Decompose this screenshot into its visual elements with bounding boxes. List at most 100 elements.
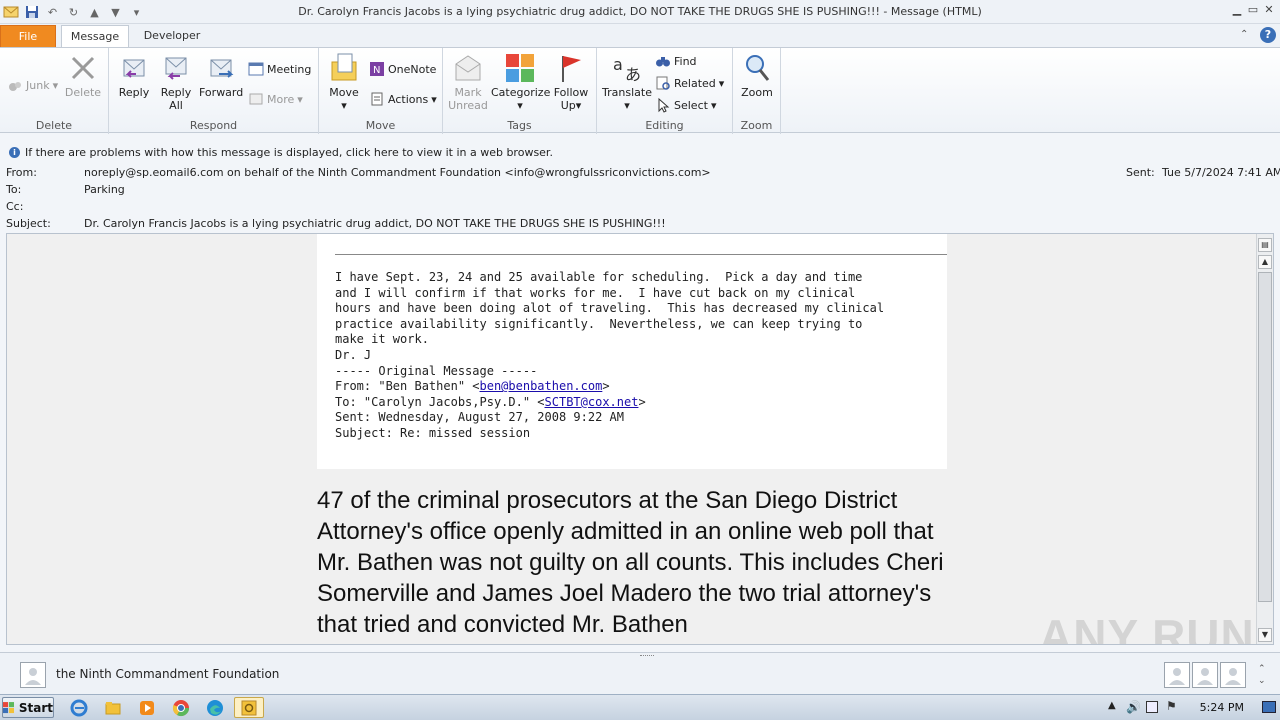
tab-developer[interactable]: Developer xyxy=(133,25,211,48)
to-label: To: xyxy=(6,183,22,196)
reply-all-icon xyxy=(165,57,187,80)
sent-value: Tue 5/7/2024 7:41 AM xyxy=(1162,166,1280,179)
translate-icon: aあ xyxy=(613,55,641,84)
scroll-option-icon[interactable]: ▤ xyxy=(1258,238,1272,252)
people-pane: the Ninth Commandment Foundation ⌃ ⌄ xyxy=(0,652,1280,694)
media-player-icon[interactable] xyxy=(138,699,156,717)
collapse-ribbon-icon[interactable]: ⌃ xyxy=(1240,29,1248,40)
to-value[interactable]: Parking xyxy=(84,183,125,196)
editing-group-label: Editing xyxy=(645,119,684,132)
anyrun-watermark: ANY RUN xyxy=(1039,610,1255,645)
more-label: More xyxy=(267,92,295,106)
action-center-flag-icon[interactable]: ⚑ xyxy=(1166,699,1177,713)
reply-all-button[interactable]: Reply All xyxy=(158,52,194,112)
people-pane-toggle[interactable]: ⌃ ⌄ xyxy=(1258,663,1266,687)
magnifier-icon xyxy=(746,55,770,81)
contact-avatar-1[interactable] xyxy=(1164,662,1190,688)
delete-group: Junk ▾ Delete Delete xyxy=(0,48,109,134)
translate-label: Translate xyxy=(602,86,652,99)
scroll-down-button[interactable]: ▼ xyxy=(1258,628,1272,642)
from-value[interactable]: noreply@sp.eomail6.com on behalf of the … xyxy=(84,166,711,179)
move-label: Move xyxy=(329,86,359,99)
edge-icon[interactable] xyxy=(206,699,224,717)
more-respond-button[interactable]: More ▾ xyxy=(248,90,303,108)
explorer-folder-icon[interactable] xyxy=(104,699,122,717)
reading-pane[interactable]: I have Sept. 23, 24 and 25 available for… xyxy=(6,233,1274,645)
sender-name[interactable]: the Ninth Commandment Foundation xyxy=(56,667,279,681)
system-tray: ▲ 🔊 ⚑ 5:24 PM xyxy=(1100,695,1280,720)
reply-label: Reply xyxy=(118,86,150,99)
follow-up-button[interactable]: Follow Up▾ xyxy=(551,52,591,112)
ribbon: Junk ▾ Delete Delete Reply Reply All Forwa… xyxy=(0,47,1280,134)
network-icon[interactable] xyxy=(1146,701,1158,713)
translate-button[interactable]: aあ Translate ▾ xyxy=(601,52,653,112)
ie-icon[interactable] xyxy=(70,699,88,717)
junk-icon xyxy=(7,77,23,93)
sctbt-email-link[interactable]: SCTBT@cox.net xyxy=(545,395,639,409)
infobar-text: If there are problems with how this mess… xyxy=(25,146,553,159)
onenote-label: OneNote xyxy=(388,62,437,76)
related-button[interactable]: Related ▾ xyxy=(655,74,724,92)
contact-avatar-3[interactable] xyxy=(1220,662,1246,688)
categorize-button[interactable]: Categorize ▾ xyxy=(491,52,551,112)
svg-text:あ: あ xyxy=(625,65,641,84)
close-button[interactable]: ✕ xyxy=(1260,3,1278,19)
zoom-button[interactable]: Zoom xyxy=(737,52,777,99)
help-icon[interactable]: ? xyxy=(1260,27,1276,43)
respond-group-label: Respond xyxy=(189,119,238,132)
chrome-icon[interactable] xyxy=(172,699,190,717)
actions-icon xyxy=(369,91,385,107)
find-label: Find xyxy=(674,54,697,68)
move-button[interactable]: Move ▾ xyxy=(325,52,363,112)
windows-logo-icon xyxy=(3,701,15,713)
tab-file[interactable]: File xyxy=(0,25,56,48)
junk-button[interactable]: Junk ▾ xyxy=(7,76,58,94)
sender-avatar[interactable] xyxy=(20,662,46,688)
vertical-scrollbar[interactable]: ▤ ▲ ▼ xyxy=(1256,234,1273,644)
ben-email-link[interactable]: ben@benbathen.com xyxy=(480,379,603,393)
move-group-label: Move xyxy=(365,119,396,132)
quoted-from-prefix: From: "Ben Bathen" < xyxy=(335,379,480,394)
from-label: From: xyxy=(6,166,37,179)
follow-up-flag-icon xyxy=(562,56,581,82)
onenote-button[interactable]: N OneNote xyxy=(369,60,436,78)
categorize-icon xyxy=(506,54,534,82)
taskbar-outlook-button[interactable] xyxy=(234,697,264,718)
delete-button[interactable]: Delete xyxy=(63,52,103,99)
clock[interactable]: 5:24 PM xyxy=(1200,701,1244,714)
show-hidden-icons[interactable]: ▲ xyxy=(1108,700,1116,711)
scrollbar-thumb[interactable] xyxy=(1258,272,1272,602)
body-line: and I will confirm if that works for me.… xyxy=(335,285,856,300)
taskbar: Start ▲ 🔊 ⚑ 5:24 PM xyxy=(0,694,1280,720)
delete-label: Delete xyxy=(64,86,102,99)
ribbon-tabs: File Message Developer ⌃ ? xyxy=(0,24,1280,48)
quoted-to-prefix: To: "Carolyn Jacobs,Psy.D." < xyxy=(335,394,545,409)
scroll-up-button[interactable]: ▲ xyxy=(1258,255,1272,269)
meeting-button[interactable]: Meeting xyxy=(248,60,311,78)
select-button[interactable]: Select ▾ xyxy=(655,96,716,114)
people-pane-grip[interactable] xyxy=(640,655,654,658)
select-label: Select xyxy=(674,98,708,112)
body-line: Dr. J xyxy=(335,347,372,362)
reply-button[interactable]: Reply xyxy=(115,52,153,99)
tab-message[interactable]: Message xyxy=(61,25,129,48)
related-icon xyxy=(655,75,671,91)
show-desktop-icon[interactable] xyxy=(1262,701,1276,713)
quoted-email-text: I have Sept. 23, 24 and 25 available for… xyxy=(335,270,885,440)
start-button[interactable]: Start xyxy=(2,697,54,718)
svg-text:a: a xyxy=(613,55,623,74)
body-line: make it work. xyxy=(335,332,429,347)
volume-icon[interactable]: 🔊 xyxy=(1126,700,1141,714)
cc-label: Cc: xyxy=(6,200,24,213)
categorize-label: Categorize xyxy=(491,86,551,99)
mark-unread-icon xyxy=(455,55,481,81)
forward-button[interactable]: Forward xyxy=(199,52,243,99)
find-button[interactable]: Find xyxy=(655,52,697,70)
mark-unread-button[interactable]: Mark Unread xyxy=(447,52,489,112)
infobar-message[interactable]: i If there are problems with how this me… xyxy=(9,146,553,159)
contact-avatar-2[interactable] xyxy=(1192,662,1218,688)
forward-icon xyxy=(210,59,234,78)
actions-button[interactable]: Actions ▾ xyxy=(369,90,437,108)
svg-text:N: N xyxy=(373,65,380,76)
body-line: I have Sept. 23, 24 and 25 available for… xyxy=(335,270,863,284)
